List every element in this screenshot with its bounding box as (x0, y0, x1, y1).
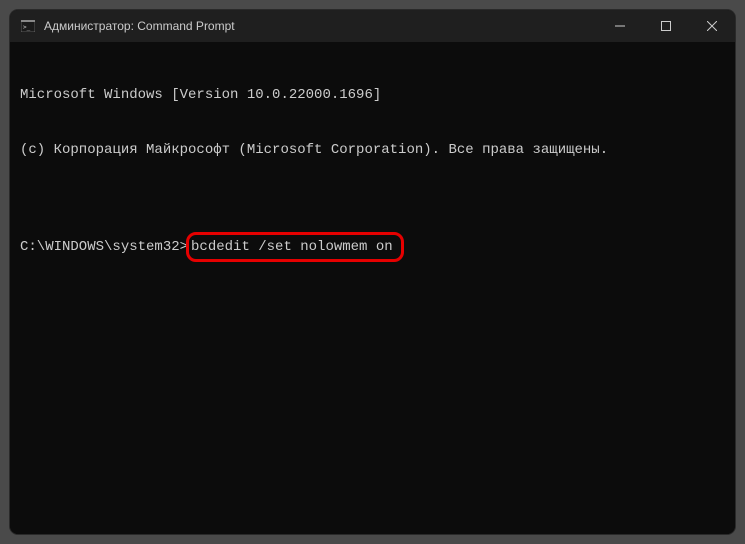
terminal-output-line: (c) Корпорация Майкрософт (Microsoft Cor… (20, 141, 725, 159)
window-controls (597, 10, 735, 42)
maximize-button[interactable] (643, 10, 689, 42)
minimize-button[interactable] (597, 10, 643, 42)
terminal-body[interactable]: Microsoft Windows [Version 10.0.22000.16… (10, 42, 735, 534)
terminal-output-line: Microsoft Windows [Version 10.0.22000.16… (20, 86, 725, 104)
command-prompt-window: >_ Администратор: Command Prompt Microso… (10, 10, 735, 534)
window-title: Администратор: Command Prompt (44, 19, 597, 33)
terminal-command: bcdedit /set nolowmem on (191, 239, 393, 255)
command-highlight: bcdedit /set nolowmem on (186, 232, 404, 262)
svg-text:>_: >_ (23, 24, 31, 31)
titlebar[interactable]: >_ Администратор: Command Prompt (10, 10, 735, 42)
app-icon: >_ (20, 18, 36, 34)
terminal-prompt: C:\WINDOWS\system32> (20, 238, 188, 256)
terminal-prompt-line: C:\WINDOWS\system32>bcdedit /set nolowme… (20, 232, 725, 262)
close-button[interactable] (689, 10, 735, 42)
